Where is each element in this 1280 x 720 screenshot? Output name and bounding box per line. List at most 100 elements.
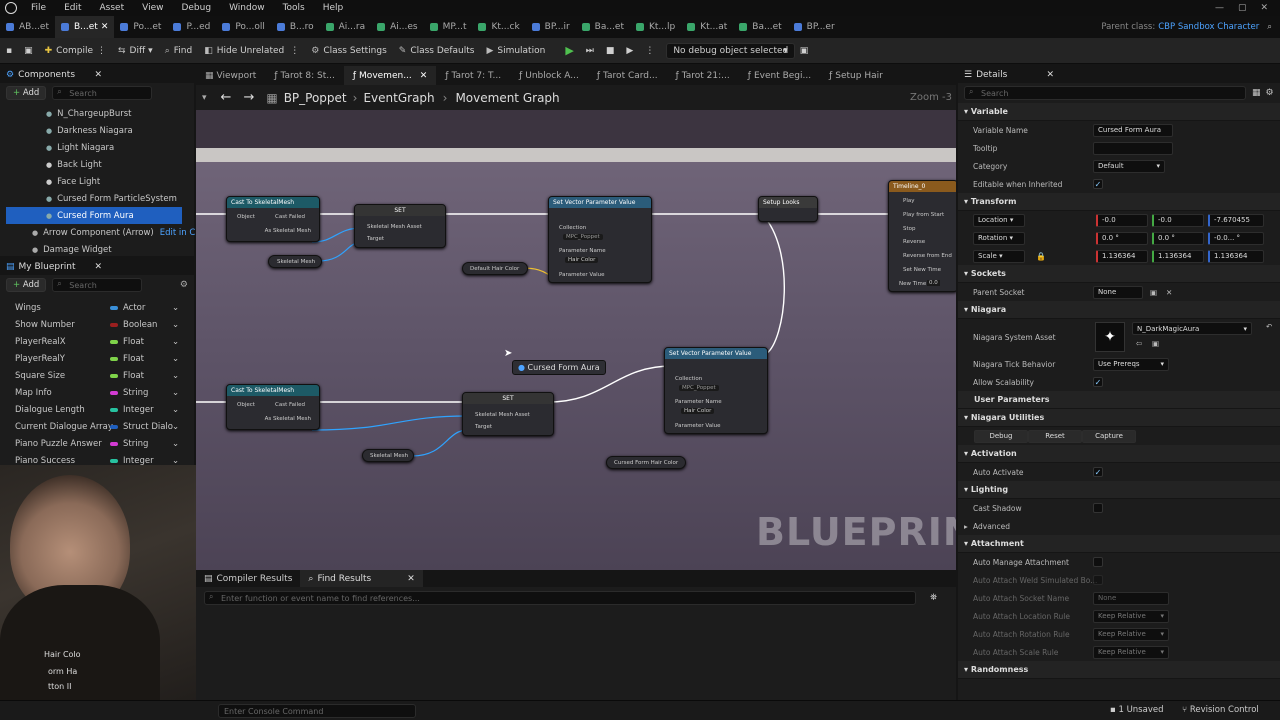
gear-icon[interactable]: ⚙ — [180, 280, 188, 290]
document-tab[interactable]: Ba...et — [576, 16, 630, 38]
use-selected-icon[interactable]: ⇦ — [1136, 339, 1142, 348]
socket-name-input[interactable]: None — [1093, 591, 1169, 605]
add-component-button[interactable]: + Add — [6, 86, 47, 100]
graph-tab[interactable]: ƒ Setup Hair — [820, 66, 892, 85]
attach-rule-select[interactable]: Keep Relative ▾ — [1093, 645, 1169, 659]
pin-skeletal-mesh-asset[interactable]: Skeletal Mesh Asset — [475, 412, 530, 418]
find-results-input[interactable]: ⌕ Enter function or event name to find re… — [204, 591, 916, 605]
close-icon[interactable]: ✕ — [1046, 70, 1054, 80]
add-member-button[interactable]: + Add — [6, 278, 47, 292]
minimize-icon[interactable]: — — [1215, 3, 1224, 13]
cursed-form-hair-color-getter[interactable]: Cursed Form Hair Color — [606, 456, 686, 469]
class-defaults-button[interactable]: ✎ Class Defaults — [393, 38, 481, 64]
menu-item-help[interactable]: Help — [314, 3, 353, 13]
section-activation[interactable]: ▾ Activation — [958, 445, 1280, 463]
scale-x-input[interactable]: 1.136364 — [1096, 249, 1148, 263]
location-x-input[interactable]: -0.0 — [1096, 213, 1148, 227]
graph-tab[interactable]: ƒ Tarot 21:... — [667, 66, 739, 85]
details-search-input[interactable]: ⌕ Search — [964, 86, 1246, 100]
document-tab[interactable]: B...et ✕ — [54, 16, 115, 38]
cast-to-skeletal-mesh-node-1[interactable]: Cast To SkeletalMesh Object Cast Failed … — [226, 196, 320, 242]
graph-tab[interactable]: ▦ Viewport — [196, 66, 265, 85]
close-icon[interactable]: ✕ — [94, 70, 102, 80]
section-variable[interactable]: ▾ Variable — [958, 103, 1280, 121]
pin-param-value[interactable]: Parameter Value — [559, 272, 604, 278]
pin-stop[interactable]: Stop — [903, 226, 916, 232]
document-tab[interactable]: P...ed — [167, 16, 216, 38]
rotation-z-input[interactable]: -0.0... ° — [1208, 231, 1264, 245]
variable-item[interactable]: PlayerRealY Float ⌄ — [0, 350, 194, 367]
collection-value[interactable]: MPC_Poppet — [679, 385, 719, 391]
variable-item[interactable]: Current Dialogue Array Struct Dialo ⌄ — [0, 418, 194, 435]
set-node-2[interactable]: SET Skeletal Mesh Asset Target — [462, 392, 554, 436]
location-z-input[interactable]: -7.670455 — [1208, 213, 1264, 227]
step-icon[interactable]: ⏭ — [580, 38, 600, 64]
forward-arrow-icon[interactable]: → — [243, 90, 254, 105]
allow-scalability-checkbox[interactable]: ✓ — [1093, 377, 1103, 387]
editable-inherited-checkbox[interactable]: ✓ — [1093, 179, 1103, 189]
section-niagara-utilities[interactable]: ▾ Niagara Utilities — [958, 409, 1280, 427]
menu-item-tools[interactable]: Tools — [274, 3, 314, 13]
scale-z-input[interactable]: 1.136364 — [1208, 249, 1264, 263]
set-vector-parameter-node-1[interactable]: Set Vector Parameter Value Collection MP… — [548, 196, 652, 283]
browse-icon[interactable]: ▣ — [1152, 339, 1159, 348]
chevron-down-icon[interactable]: ⌄ — [172, 388, 179, 398]
back-arrow-icon[interactable]: ← — [221, 90, 232, 105]
document-tab[interactable]: BP...er — [788, 16, 841, 38]
component-item[interactable]: ● Cursed Form ParticleSystem — [0, 190, 194, 207]
maximize-icon[interactable]: ▢ — [1238, 3, 1247, 13]
breadcrumb-movement-graph[interactable]: Movement Graph — [455, 91, 559, 105]
new-time-value[interactable]: 0.0 — [927, 280, 940, 286]
variable-name-input[interactable]: Cursed Form Aura — [1093, 123, 1173, 137]
menu-item-file[interactable]: File — [22, 3, 55, 13]
menu-item-asset[interactable]: Asset — [91, 3, 134, 13]
chevron-down-icon[interactable]: ⌄ — [172, 405, 179, 415]
graph-tab[interactable]: ƒ Tarot 8: St... — [265, 66, 344, 85]
default-hair-color-getter[interactable]: Default Hair Color — [462, 262, 528, 275]
diff-button[interactable]: ⇆ Diff ▾ — [112, 38, 159, 64]
variable-item[interactable]: Wings Actor ⌄ — [0, 299, 194, 316]
attach-rule-select[interactable]: Keep Relative ▾ — [1093, 609, 1169, 623]
variable-item[interactable]: Show Number Boolean ⌄ — [0, 316, 194, 333]
pin-object[interactable]: Object — [237, 214, 255, 220]
variable-item[interactable]: PlayerRealX Float ⌄ — [0, 333, 194, 350]
skeletal-mesh-getter-1[interactable]: Skeletal Mesh — [268, 255, 322, 268]
reset-button[interactable]: Reset — [1028, 429, 1082, 443]
pin-target[interactable]: Target — [475, 424, 492, 430]
document-tab[interactable]: B...ro — [271, 16, 320, 38]
pin-cast-failed[interactable]: Cast Failed — [275, 402, 305, 408]
cast-shadow-checkbox[interactable] — [1093, 503, 1103, 513]
components-tab[interactable]: ⚙ Components ✕ — [0, 66, 194, 83]
close-icon[interactable]: ✕ — [407, 574, 415, 584]
debug-object-select[interactable]: No debug object selected ▾ — [660, 38, 796, 64]
find-options-icon[interactable]: ⛯ — [930, 593, 937, 603]
clear-icon[interactable]: ✕ — [1166, 288, 1172, 297]
gear-icon[interactable]: ⚙ — [1266, 88, 1274, 98]
pin-object[interactable]: Object — [237, 402, 255, 408]
graph-menu-icon[interactable]: ▾ — [202, 93, 207, 103]
browse-icon[interactable]: ▣ — [18, 38, 39, 64]
lock-icon[interactable]: 🔒 — [1036, 252, 1046, 261]
niagara-asset-select[interactable]: N_DarkMagicAura ▾ — [1132, 322, 1252, 335]
graph-tab[interactable]: ƒ Tarot Card... — [588, 66, 667, 85]
component-item[interactable]: ● Light Niagara — [0, 139, 194, 156]
parent-class-link[interactable]: CBP Sandbox Character — [1158, 22, 1259, 32]
console-command-input[interactable]: Enter Console Command — [218, 704, 416, 718]
resume-icon[interactable]: ▶ — [620, 38, 639, 64]
close-icon[interactable]: ✕ — [101, 22, 109, 32]
hide-unrelated-button[interactable]: ◧ Hide Unrelated ⋮ — [198, 38, 305, 64]
pin-as-skeletal-mesh[interactable]: As Skeletal Mesh — [265, 228, 311, 234]
pin-reverse[interactable]: Reverse — [903, 239, 925, 245]
revision-control-button[interactable]: ⑂ Revision Control — [1182, 705, 1259, 715]
document-tab[interactable]: Po...oll — [216, 16, 271, 38]
breadcrumb-eventgraph[interactable]: EventGraph — [363, 91, 434, 105]
more-icon[interactable]: ⋮ — [639, 38, 660, 64]
advanced-expander[interactable]: ▸ Advanced — [958, 517, 1280, 535]
my-blueprint-tab[interactable]: ▤ My Blueprint ✕ — [0, 258, 194, 275]
play-button[interactable]: ▶ — [551, 38, 579, 64]
pin-play[interactable]: Play — [903, 198, 914, 204]
param-name-select[interactable]: Hair Color — [681, 408, 715, 414]
attachment-checkbox[interactable] — [1093, 575, 1103, 585]
document-tab[interactable]: Ba...et — [733, 16, 787, 38]
debug-filter-icon[interactable]: ▣ — [794, 38, 815, 64]
